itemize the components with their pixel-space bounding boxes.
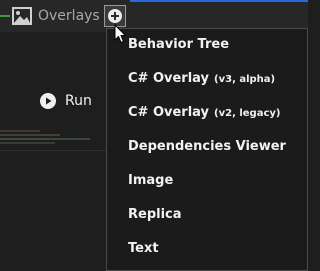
menu-item-csharp-overlay-v2[interactable]: C# Overlay (v2, legacy) [128,104,280,123]
menu-item-csharp-overlay-v3[interactable]: C# Overlay (v3, alpha) [128,70,275,89]
run-label: Run [65,93,92,109]
add-overlay-menu: Behavior Tree C# Overlay (v3, alpha) C# O… [106,28,308,271]
menu-item-label: Dependencies Viewer [128,139,286,154]
menu-item-sublabel: (v2, legacy) [214,108,281,119]
menu-item-dependencies-viewer[interactable]: Dependencies Viewer [128,138,286,156]
overlays-tab[interactable]: Overlays [12,5,100,27]
image-icon [12,7,32,25]
run-button[interactable]: Run [40,93,92,109]
menu-item-image[interactable]: Image [128,172,173,190]
play-icon [40,93,56,109]
divider [0,150,106,151]
overlays-label: Overlays [38,8,100,24]
code-line [0,142,55,144]
code-line [0,130,40,132]
menu-item-label: Behavior Tree [128,37,230,52]
plus-circle-icon [108,9,122,23]
code-line [0,138,90,140]
menu-item-label: Image [128,173,174,188]
menu-item-label: C# Overlay [128,71,210,86]
code-line [0,134,60,136]
code-preview [0,130,105,150]
menu-item-text[interactable]: Text [128,240,159,258]
menu-item-label: Replica [128,207,182,222]
menu-item-replica[interactable]: Replica [128,206,182,224]
menu-item-sublabel: (v3, alpha) [214,74,276,85]
menu-item-label: Text [128,241,159,256]
tab-indicator-blue [130,0,308,2]
mouse-cursor-icon [114,24,126,44]
menu-item-label: C# Overlay [128,105,210,120]
menu-item-behavior-tree[interactable]: Behavior Tree [128,36,229,54]
tab-indicator-green [0,15,10,17]
